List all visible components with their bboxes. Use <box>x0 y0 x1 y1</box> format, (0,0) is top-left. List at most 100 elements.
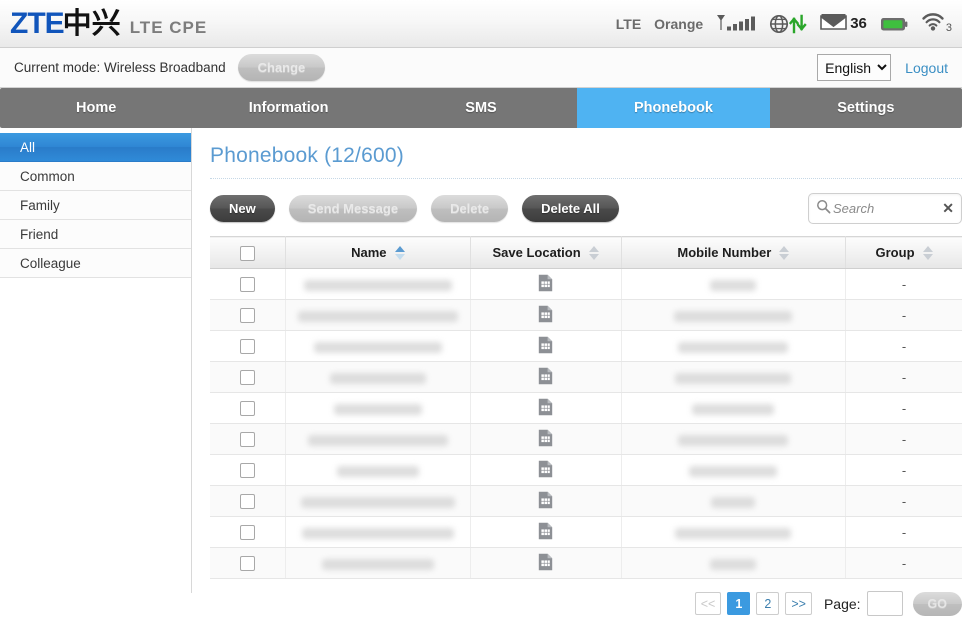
new-contact-button[interactable]: New <box>210 194 275 223</box>
pagination-page-2[interactable]: 2 <box>756 592 780 615</box>
send-message-button[interactable]: Send Message <box>288 194 418 223</box>
column-header-group[interactable]: Group <box>845 236 962 269</box>
row-checkbox[interactable] <box>240 525 255 541</box>
sidebar-item-friend[interactable]: Friend <box>0 220 191 249</box>
unread-mail-count: 36 <box>850 15 867 32</box>
page-jump-label: Page: <box>823 595 861 612</box>
sort-descending-icon <box>779 253 790 260</box>
group-cell: - <box>845 299 962 331</box>
tab-sms[interactable]: SMS <box>385 88 577 128</box>
redacted-name <box>313 341 442 353</box>
contact-name-cell <box>285 299 471 331</box>
wifi-status: 3 <box>921 12 952 36</box>
mode-bar-right: English Logout <box>817 54 948 81</box>
status-bar: LTE Orange 36 3 <box>616 12 962 36</box>
pagination-next[interactable]: >> <box>785 592 812 615</box>
tab-home[interactable]: Home <box>0 88 192 128</box>
redacted-number <box>675 527 792 539</box>
sidebar-item-family[interactable]: Family <box>0 191 191 220</box>
row-checkbox[interactable] <box>240 277 255 293</box>
change-mode-button[interactable]: Change <box>237 53 326 82</box>
pagination-prev[interactable]: << <box>694 592 722 615</box>
sidebar-item-colleague[interactable]: Colleague <box>0 249 191 278</box>
page-go-button[interactable]: GO <box>912 591 962 616</box>
page-title: Phonebook (12/600) <box>210 128 962 179</box>
clear-icon[interactable]: ✕ <box>938 200 954 217</box>
column-header-save-location[interactable]: Save Location <box>470 236 622 269</box>
save-location-cell <box>470 516 622 548</box>
table-header-row: Name Save Location Mobile Number Group <box>210 236 962 269</box>
sort-ascending-icon <box>394 245 405 252</box>
table-row[interactable]: - <box>210 268 962 300</box>
sort-toggle-save-location[interactable] <box>588 245 599 260</box>
sort-toggle-group[interactable] <box>922 245 933 260</box>
sidebar: All Common Family Friend Colleague <box>0 128 192 593</box>
language-select[interactable]: English <box>817 54 892 81</box>
row-checkbox[interactable] <box>240 463 255 479</box>
column-header-name[interactable]: Name <box>285 236 471 269</box>
redacted-name <box>303 279 452 291</box>
table-row[interactable]: - <box>210 485 962 517</box>
save-location-cell <box>470 268 622 300</box>
column-label-group: Group <box>875 245 915 260</box>
table-row[interactable]: - <box>210 547 962 579</box>
sim-card-icon <box>538 398 553 415</box>
logo-model-text: LTE CPE <box>129 17 208 37</box>
table-row[interactable]: - <box>210 423 962 455</box>
table-row[interactable]: - <box>210 361 962 393</box>
pagination-page-1[interactable]: 1 <box>727 592 751 615</box>
redacted-number <box>674 310 793 322</box>
column-label-save-location: Save Location <box>492 245 581 260</box>
table-row[interactable]: - <box>210 392 962 424</box>
globe-data-transfer-icon <box>769 13 807 35</box>
sidebar-item-all[interactable]: All <box>0 133 191 162</box>
table-row[interactable]: - <box>210 454 962 486</box>
sim-card-icon <box>538 274 553 291</box>
row-checkbox[interactable] <box>240 556 255 572</box>
pagination: << 1 2 >> Page: GO <box>210 579 962 616</box>
sort-descending-icon <box>922 253 933 260</box>
sidebar-item-common[interactable]: Common <box>0 162 191 191</box>
delete-all-button[interactable]: Delete All <box>522 194 619 223</box>
wifi-client-count: 3 <box>945 21 952 34</box>
delete-button[interactable]: Delete <box>431 194 509 223</box>
page-jump-input[interactable] <box>866 591 903 616</box>
sim-card-icon <box>538 336 553 353</box>
redacted-name <box>321 558 434 570</box>
row-checkbox[interactable] <box>240 370 255 386</box>
sim-card-icon <box>538 367 553 388</box>
sort-toggle-name[interactable] <box>394 245 405 260</box>
logout-link[interactable]: Logout <box>905 60 948 76</box>
table-row[interactable]: - <box>210 516 962 548</box>
search-icon <box>816 199 831 219</box>
row-checkbox[interactable] <box>240 401 255 417</box>
tab-settings[interactable]: Settings <box>770 88 962 128</box>
tab-phonebook[interactable]: Phonebook <box>577 88 770 128</box>
row-checkbox[interactable] <box>240 494 255 510</box>
contact-name-cell <box>285 547 471 579</box>
select-all-checkbox[interactable] <box>240 245 255 261</box>
row-checkbox[interactable] <box>240 308 255 324</box>
group-cell: - <box>845 268 962 300</box>
search-input[interactable] <box>831 200 939 217</box>
redacted-name <box>336 465 419 477</box>
column-header-mobile-number[interactable]: Mobile Number <box>621 236 847 269</box>
battery-icon <box>880 15 908 33</box>
table-row[interactable]: - <box>210 330 962 362</box>
tab-information[interactable]: Information <box>192 88 384 128</box>
row-checkbox[interactable] <box>240 432 255 448</box>
table-row[interactable]: - <box>210 299 962 331</box>
group-cell: - <box>845 454 962 486</box>
signal-bars-icon <box>716 13 756 35</box>
column-label-name: Name <box>351 245 387 260</box>
sort-toggle-mobile-number[interactable] <box>779 245 790 260</box>
sort-descending-icon <box>588 253 599 260</box>
sim-card-icon <box>538 553 553 574</box>
row-select-cell <box>210 547 286 579</box>
row-checkbox[interactable] <box>240 339 255 355</box>
group-cell: - <box>845 330 962 362</box>
save-location-cell <box>470 547 622 579</box>
redacted-name <box>333 403 422 415</box>
main-navigation: Home Information SMS Phonebook Settings <box>0 88 962 128</box>
contact-name-cell <box>285 454 471 486</box>
